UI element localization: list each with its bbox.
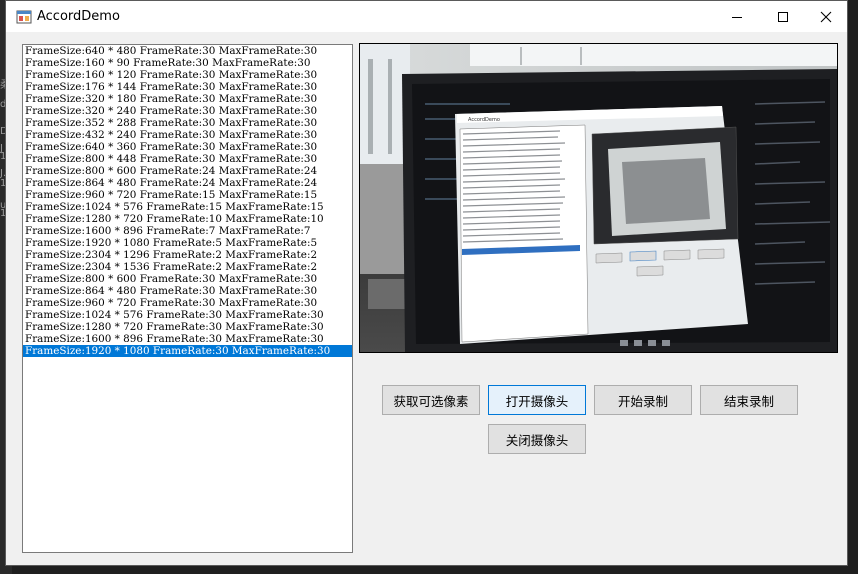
app-window: AccordDemo FrameSize:640 * 480 FrameRate… bbox=[5, 0, 848, 566]
list-item[interactable]: FrameSize:432 * 240 FrameRate:30 MaxFram… bbox=[23, 129, 352, 141]
title-bar[interactable]: AccordDemo bbox=[6, 1, 847, 32]
close-camera-button[interactable]: 关闭摄像头 bbox=[488, 424, 586, 454]
list-item[interactable]: FrameSize:960 * 720 FrameRate:30 MaxFram… bbox=[23, 297, 352, 309]
list-item[interactable]: FrameSize:640 * 480 FrameRate:30 MaxFram… bbox=[23, 45, 352, 57]
close-button[interactable] bbox=[803, 1, 849, 32]
list-item[interactable]: FrameSize:1280 * 720 FrameRate:10 MaxFra… bbox=[23, 213, 352, 225]
start-record-button[interactable]: 开始录制 bbox=[594, 385, 692, 415]
list-item-selected[interactable]: FrameSize:1920 * 1080 FrameRate:30 MaxFr… bbox=[23, 345, 352, 357]
list-item[interactable]: FrameSize:640 * 360 FrameRate:30 MaxFram… bbox=[23, 141, 352, 153]
list-item[interactable]: FrameSize:1024 * 576 FrameRate:30 MaxFra… bbox=[23, 309, 352, 321]
list-item[interactable]: FrameSize:800 * 448 FrameRate:30 MaxFram… bbox=[23, 153, 352, 165]
list-item[interactable]: FrameSize:320 * 240 FrameRate:30 MaxFram… bbox=[23, 105, 352, 117]
list-item[interactable]: FrameSize:2304 * 1296 FrameRate:2 MaxFra… bbox=[23, 249, 352, 261]
list-item[interactable]: FrameSize:864 * 480 FrameRate:24 MaxFram… bbox=[23, 177, 352, 189]
list-item[interactable]: FrameSize:1024 * 576 FrameRate:15 MaxFra… bbox=[23, 201, 352, 213]
stop-record-button[interactable]: 结束录制 bbox=[700, 385, 798, 415]
open-camera-button[interactable]: 打开摄像头 bbox=[488, 385, 586, 415]
list-item[interactable]: FrameSize:176 * 144 FrameRate:30 MaxFram… bbox=[23, 81, 352, 93]
list-item[interactable]: FrameSize:1280 * 720 FrameRate:30 MaxFra… bbox=[23, 321, 352, 333]
resolution-list: FrameSize:640 * 480 FrameRate:30 MaxFram… bbox=[23, 45, 352, 357]
list-item[interactable]: FrameSize:800 * 600 FrameRate:24 MaxFram… bbox=[23, 165, 352, 177]
minimize-button[interactable] bbox=[714, 1, 760, 32]
resolution-listbox[interactable]: FrameSize:640 * 480 FrameRate:30 MaxFram… bbox=[22, 44, 353, 553]
list-item[interactable]: FrameSize:1600 * 896 FrameRate:30 MaxFra… bbox=[23, 333, 352, 345]
list-item[interactable]: FrameSize:1920 * 1080 FrameRate:5 MaxFra… bbox=[23, 237, 352, 249]
window-title: AccordDemo bbox=[37, 9, 120, 24]
list-item[interactable]: FrameSize:2304 * 1536 FrameRate:2 MaxFra… bbox=[23, 261, 352, 273]
svg-text:AccordDemo: AccordDemo bbox=[468, 117, 500, 123]
maximize-icon bbox=[778, 11, 788, 22]
list-item[interactable]: FrameSize:160 * 90 FrameRate:30 MaxFrame… bbox=[23, 57, 352, 69]
close-icon bbox=[820, 11, 832, 22]
camera-preview: AccordDemo bbox=[359, 43, 838, 353]
list-item[interactable]: FrameSize:864 * 480 FrameRate:30 MaxFram… bbox=[23, 285, 352, 297]
minimize-icon bbox=[732, 16, 742, 18]
list-item[interactable]: FrameSize:800 * 600 FrameRate:30 MaxFram… bbox=[23, 273, 352, 285]
camera-frame-image: AccordDemo bbox=[360, 44, 837, 352]
get-resolutions-button[interactable]: 获取可选像素 bbox=[382, 385, 480, 415]
list-item[interactable]: FrameSize:160 * 120 FrameRate:30 MaxFram… bbox=[23, 69, 352, 81]
list-item[interactable]: FrameSize:352 * 288 FrameRate:30 MaxFram… bbox=[23, 117, 352, 129]
list-item[interactable]: FrameSize:1600 * 896 FrameRate:7 MaxFram… bbox=[23, 225, 352, 237]
list-item[interactable]: FrameSize:320 * 180 FrameRate:30 MaxFram… bbox=[23, 93, 352, 105]
maximize-button[interactable] bbox=[760, 1, 806, 32]
list-item[interactable]: FrameSize:960 * 720 FrameRate:15 MaxFram… bbox=[23, 189, 352, 201]
app-icon bbox=[16, 10, 32, 24]
